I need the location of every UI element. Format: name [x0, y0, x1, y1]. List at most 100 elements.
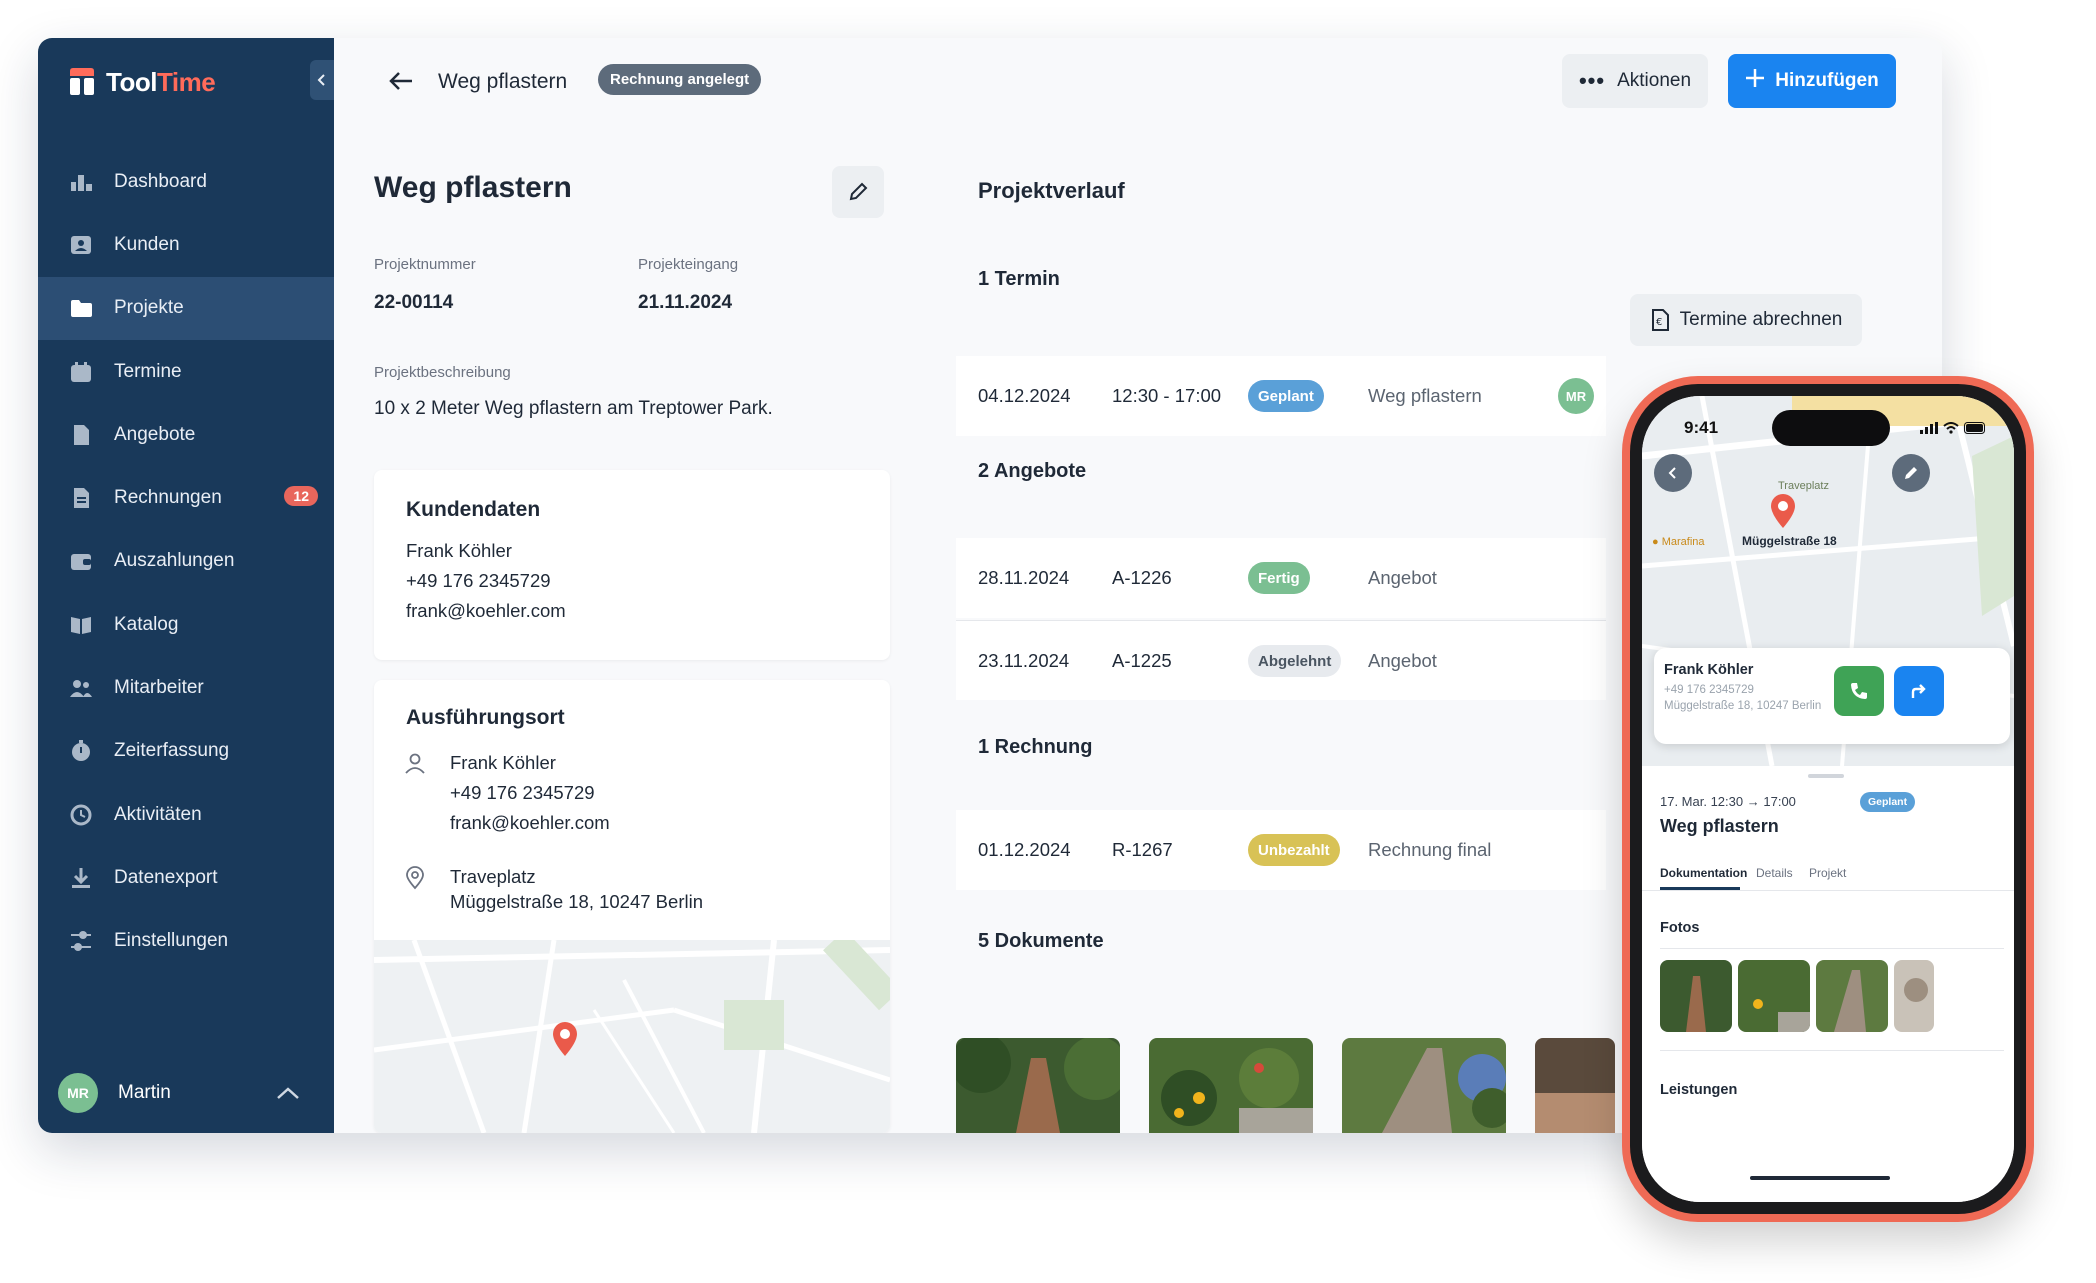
call-button[interactable] — [1834, 666, 1884, 716]
photo-thumbnail[interactable] — [1660, 960, 1732, 1032]
project-description: 10 x 2 Meter Weg pflastern am Treptower … — [374, 398, 773, 419]
location-map[interactable] — [374, 929, 890, 1133]
book-icon — [68, 612, 94, 638]
battery-icon — [1964, 422, 1985, 434]
sidebar-item-angebote[interactable]: Angebote — [38, 403, 334, 466]
photos-divider — [1660, 948, 2004, 949]
document-icon — [68, 422, 94, 448]
signal-icon — [1920, 422, 1938, 434]
phone-icon — [1851, 683, 1867, 699]
user-menu[interactable]: MR Martin — [58, 1070, 328, 1116]
tab-projekt[interactable]: Projekt — [1809, 866, 1846, 880]
phone-mockup: 9:41 Traveplatz Müggelstraße 18 ● Marafi… — [1622, 376, 2034, 1222]
navigate-button[interactable] — [1894, 666, 1944, 716]
back-arrow-icon[interactable] — [386, 66, 416, 96]
map-poi-label: ● Marafina — [1652, 536, 1705, 548]
document-thumbnail[interactable] — [1342, 1038, 1506, 1133]
breadcrumb-title: Weg pflastern — [438, 70, 568, 93]
phone-back-button[interactable] — [1654, 454, 1692, 492]
customer-name-link[interactable]: Frank Köhler — [406, 540, 512, 562]
sidebar-item-einstellungen[interactable]: Einstellungen — [38, 910, 334, 973]
document-thumbnail[interactable] — [1149, 1038, 1313, 1133]
photos-title: Fotos — [1660, 920, 1700, 936]
sidebar-item-label: Auszahlungen — [114, 550, 235, 572]
appointment-date: 04.12.2024 — [978, 385, 1071, 406]
status-badge: Rechnung angelegt — [598, 64, 762, 95]
location-pin-icon — [404, 866, 426, 895]
offer-row[interactable]: 23.11.2024 A-1225 Abgelehnt Angebot — [956, 620, 1606, 700]
document-thumbnail[interactable] — [956, 1038, 1120, 1133]
offer-number: A-1225 — [1112, 650, 1172, 671]
customer-email-link[interactable]: frank@koehler.com — [406, 600, 566, 622]
photo-thumbnail[interactable] — [1816, 960, 1888, 1032]
sidebar-item-mitarbeiter[interactable]: Mitarbeiter — [38, 656, 334, 719]
offer-date: 28.11.2024 — [978, 567, 1070, 588]
actions-button[interactable]: ••• Aktionen — [1562, 54, 1708, 108]
add-button[interactable]: Hinzufügen — [1728, 54, 1896, 108]
logo[interactable]: ToolTime — [68, 64, 216, 100]
download-icon — [68, 865, 94, 891]
offer-status-badge: Fertig — [1248, 562, 1310, 594]
sidebar-item-label: Termine — [114, 360, 182, 382]
sidebar-item-auszahlungen[interactable]: Auszahlungen — [38, 530, 334, 593]
dynamic-island — [1772, 410, 1890, 446]
appointment-name: Weg pflastern — [1368, 385, 1482, 406]
offer-number: A-1226 — [1112, 567, 1172, 588]
project-date-label: Projekteingang — [638, 256, 739, 273]
invoice-row[interactable]: 01.12.2024 R-1267 Unbezahlt Rechnung fin… — [956, 810, 1606, 890]
customers-icon — [68, 232, 94, 258]
sheet-handle[interactable] — [1808, 774, 1844, 778]
map-place-label: Traveplatz — [1778, 480, 1829, 492]
add-label: Hinzufügen — [1775, 70, 1879, 91]
map-streets — [374, 929, 890, 1133]
map-marker-icon — [550, 1020, 580, 1063]
sidebar-item-label: Dashboard — [114, 170, 207, 192]
location-place-link[interactable]: Traveplatz — [450, 866, 536, 888]
edit-project-button[interactable] — [832, 166, 884, 218]
phone-map[interactable]: 9:41 Traveplatz Müggelstraße 18 ● Marafi… — [1642, 396, 2014, 767]
home-indicator — [1750, 1176, 1890, 1180]
sidebar-item-katalog[interactable]: Katalog — [38, 593, 334, 656]
services-divider — [1660, 1050, 2004, 1051]
sidebar-item-zeiterfassung[interactable]: Zeiterfassung — [38, 720, 334, 783]
location-contact-email[interactable]: frank@koehler.com — [450, 812, 610, 834]
tab-details[interactable]: Details — [1756, 866, 1793, 880]
project-number-label: Projektnummer — [374, 256, 476, 273]
invoice-date: 01.12.2024 — [978, 839, 1071, 860]
sidebar-item-aktivitaeten[interactable]: Aktivitäten — [38, 783, 334, 846]
photo-thumbnail[interactable] — [1894, 960, 1934, 1032]
logo-text: ToolTime — [106, 66, 216, 97]
project-date: 21.11.2024 — [638, 292, 733, 313]
offer-row[interactable]: 28.11.2024 A-1226 Fertig Angebot — [956, 538, 1606, 618]
tab-dokumentation[interactable]: Dokumentation — [1660, 866, 1747, 880]
sidebar-item-kunden[interactable]: Kunden — [38, 213, 334, 276]
navigate-arrow-icon — [1911, 684, 1926, 698]
team-icon — [68, 675, 94, 701]
appointment-row[interactable]: 04.12.2024 12:30 - 17:00 Geplant Weg pfl… — [956, 356, 1606, 436]
collapse-sidebar-button[interactable] — [310, 60, 334, 100]
phone-screen: 9:41 Traveplatz Müggelstraße 18 ● Marafi… — [1642, 396, 2014, 1202]
plus-icon — [1745, 68, 1765, 94]
sidebar-item-projekte[interactable]: Projekte — [38, 276, 334, 340]
phone-edit-button[interactable] — [1892, 454, 1930, 492]
phone-contact-card[interactable]: Frank Köhler +49 176 2345729 Müggelstraß… — [1654, 648, 2010, 744]
contact-phone: +49 176 2345729 — [1664, 684, 1754, 696]
location-address-link[interactable]: Müggelstraße 18, 10247 Berlin — [450, 891, 703, 913]
user-name: Martin — [118, 1082, 171, 1103]
folder-icon — [68, 295, 94, 321]
sidebar-item-label: Datenexport — [114, 866, 218, 888]
appointments-title: 1 Termin — [978, 268, 1060, 290]
sidebar-item-dashboard[interactable]: Dashboard — [38, 150, 334, 213]
photo-thumbnail[interactable] — [1738, 960, 1810, 1032]
sidebar-item-termine[interactable]: Termine — [38, 340, 334, 403]
sidebar-item-label: Mitarbeiter — [114, 677, 204, 699]
svg-text:€: € — [1656, 317, 1662, 328]
sidebar-item-rechnungen[interactable]: Rechnungen 12 — [38, 466, 334, 529]
sidebar: ToolTime Dashboard Kunden Projekte Termi… — [38, 38, 334, 1133]
bill-appointments-label: Termine abrechnen — [1679, 309, 1843, 330]
sidebar-item-datenexport[interactable]: Datenexport — [38, 846, 334, 909]
bill-appointments-button[interactable]: € Termine abrechnen — [1630, 294, 1862, 346]
document-thumbnail[interactable] — [1535, 1038, 1615, 1133]
offers-title: 2 Angebote — [978, 460, 1087, 482]
invoice-icon — [68, 485, 94, 511]
